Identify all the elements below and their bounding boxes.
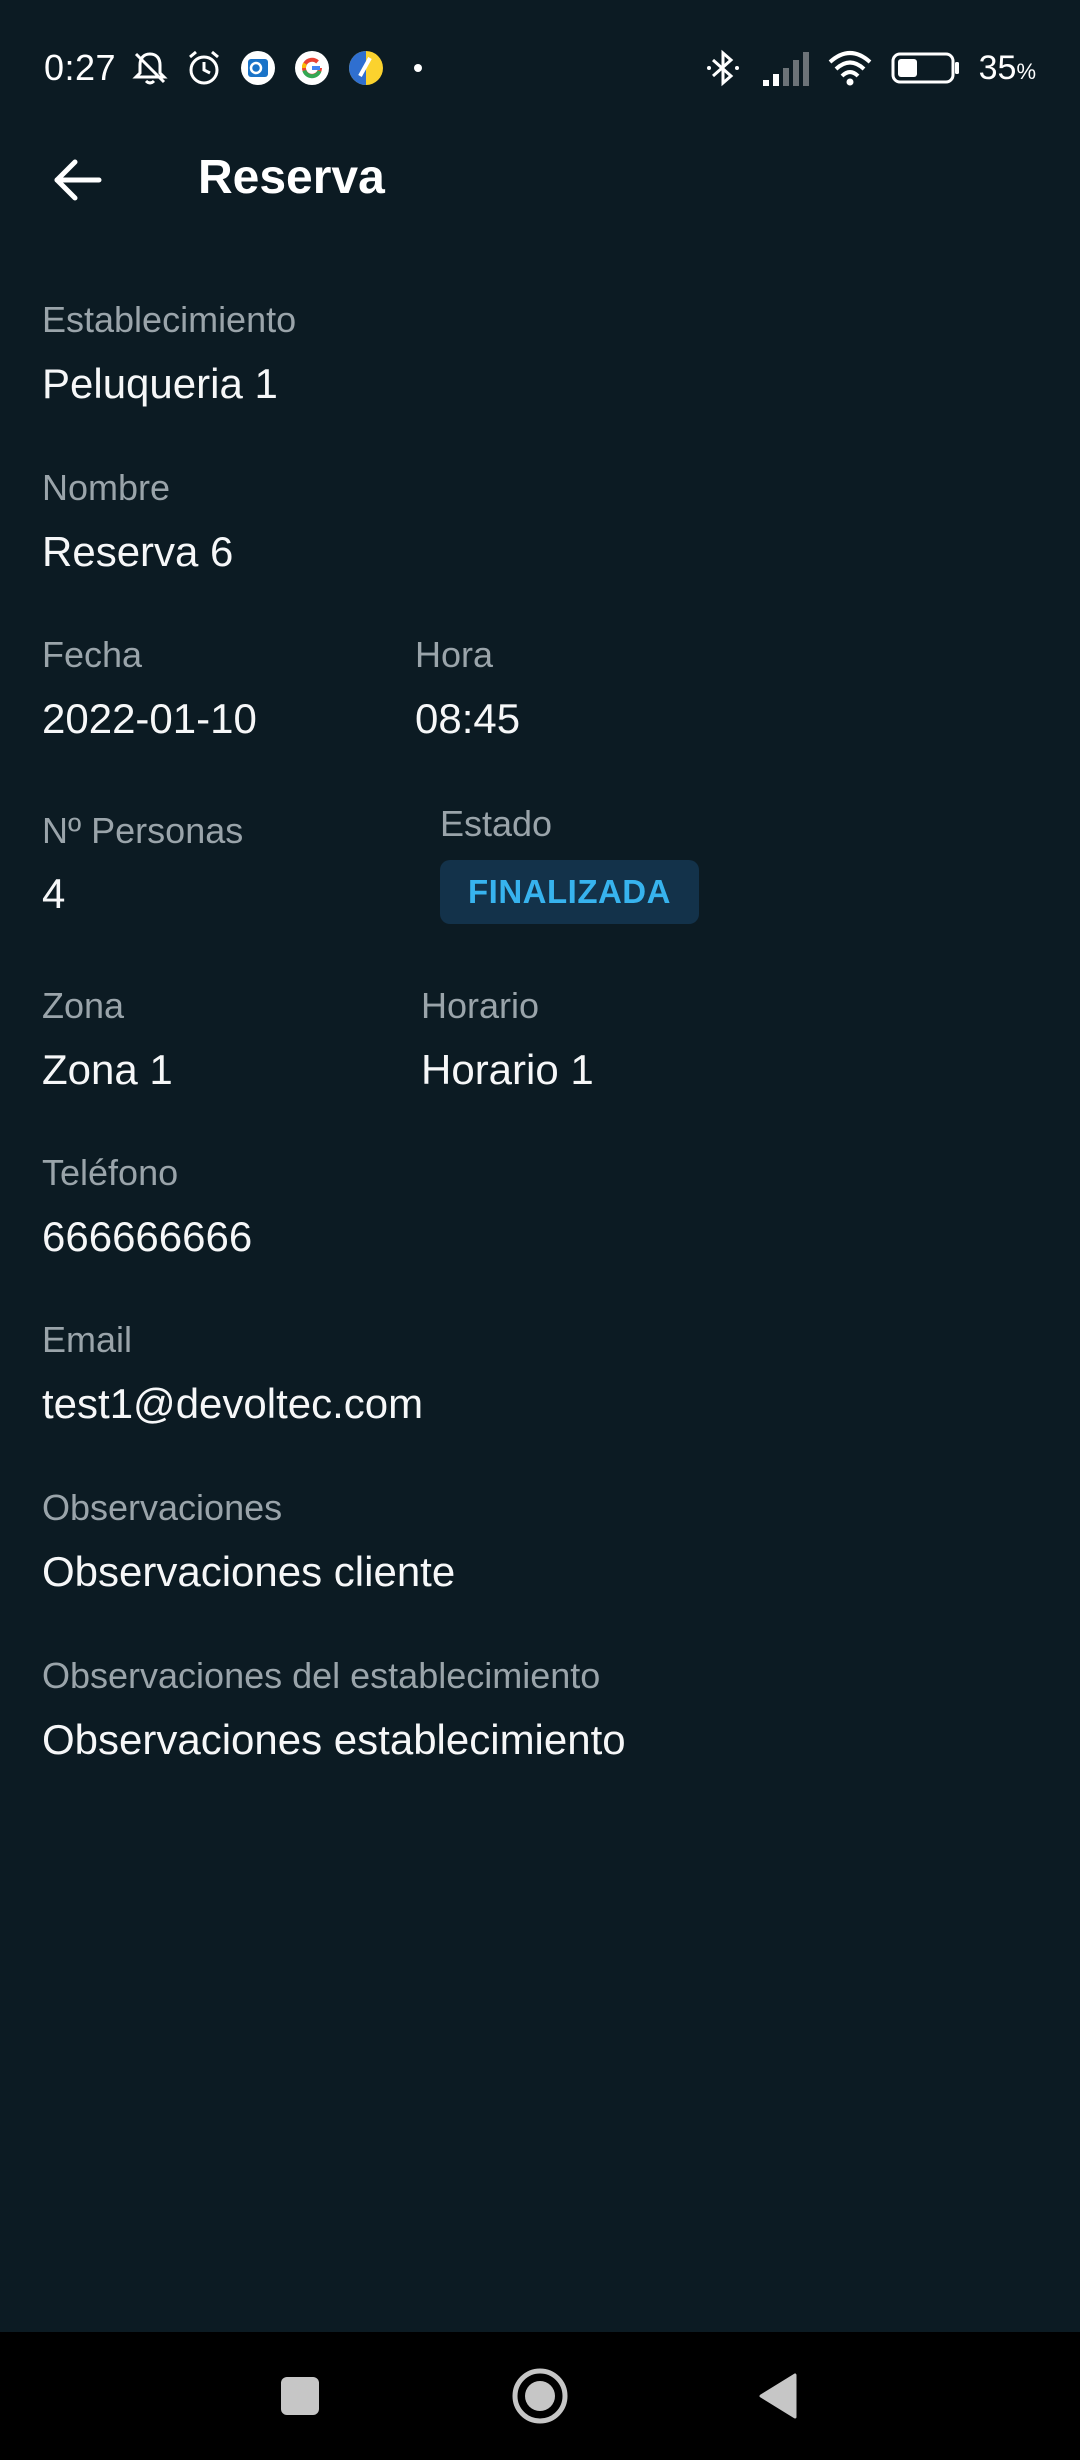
google-icon [292,48,332,88]
telefono-value: 666666666 [42,1213,253,1260]
email-value: test1@devoltec.com [42,1380,424,1427]
signal-icon [761,48,809,88]
muted-bell-icon [130,48,170,88]
app-bar: Reserva [0,136,1080,220]
back-triangle-icon [759,2373,797,2419]
outlook-icon [238,48,278,88]
estado-label: Estado [440,803,553,844]
arrow-left-icon [54,159,102,201]
lemon-app-icon [346,48,386,88]
zona-value: Zona 1 [42,1046,173,1093]
status-badge: FINALIZADA [440,860,699,924]
bluetooth-icon [703,48,743,88]
status-bar-left: 0:27 [44,42,423,94]
battery-level: 35% [979,49,1036,88]
navigation-bar [0,2332,1080,2460]
nombre-label: Nombre [42,467,171,508]
battery-value: 35 [978,48,1017,87]
horario-value: Horario 1 [421,1046,594,1093]
fecha-value: 2022-01-10 [42,695,257,742]
hora-label: Hora [415,634,494,675]
telefono-label: Teléfono [42,1152,179,1193]
alarm-icon [184,48,224,88]
status-bar: 0:27 35% [0,0,1080,136]
hora-value: 08:45 [415,695,521,742]
back-button[interactable] [40,148,114,212]
battery-icon [891,48,961,88]
page-title: Reserva [198,151,385,204]
recents-button[interactable] [260,2356,340,2436]
screen: 0:27 35% Reserva Establecimiento Peluque… [0,0,1080,2460]
personas-label: Nº Personas [42,810,244,851]
system-back-button[interactable] [738,2356,818,2436]
recents-square-icon [281,2377,319,2415]
status-bar-right: 35% [703,42,1036,94]
home-circle-icon [512,2368,568,2424]
battery-unit: % [1016,58,1036,84]
home-button[interactable] [500,2356,580,2436]
email-label: Email [42,1319,133,1360]
zona-label: Zona [42,985,125,1026]
fecha-label: Fecha [42,634,143,675]
wifi-icon [827,48,873,88]
nombre-value: Reserva 6 [42,528,234,575]
establecimiento-label: Establecimiento [42,299,297,340]
observaciones-label: Observaciones [42,1487,283,1528]
observaciones-establecimiento-value: Observaciones establecimiento [42,1716,626,1763]
horario-label: Horario [421,985,540,1026]
status-time: 0:27 [44,47,117,88]
notification-dot [414,64,423,72]
personas-value: 4 [42,870,66,917]
establecimiento-value: Peluqueria 1 [42,360,278,407]
observaciones-establecimiento-label: Observaciones del establecimiento [42,1655,601,1696]
observaciones-value: Observaciones cliente [42,1548,456,1595]
